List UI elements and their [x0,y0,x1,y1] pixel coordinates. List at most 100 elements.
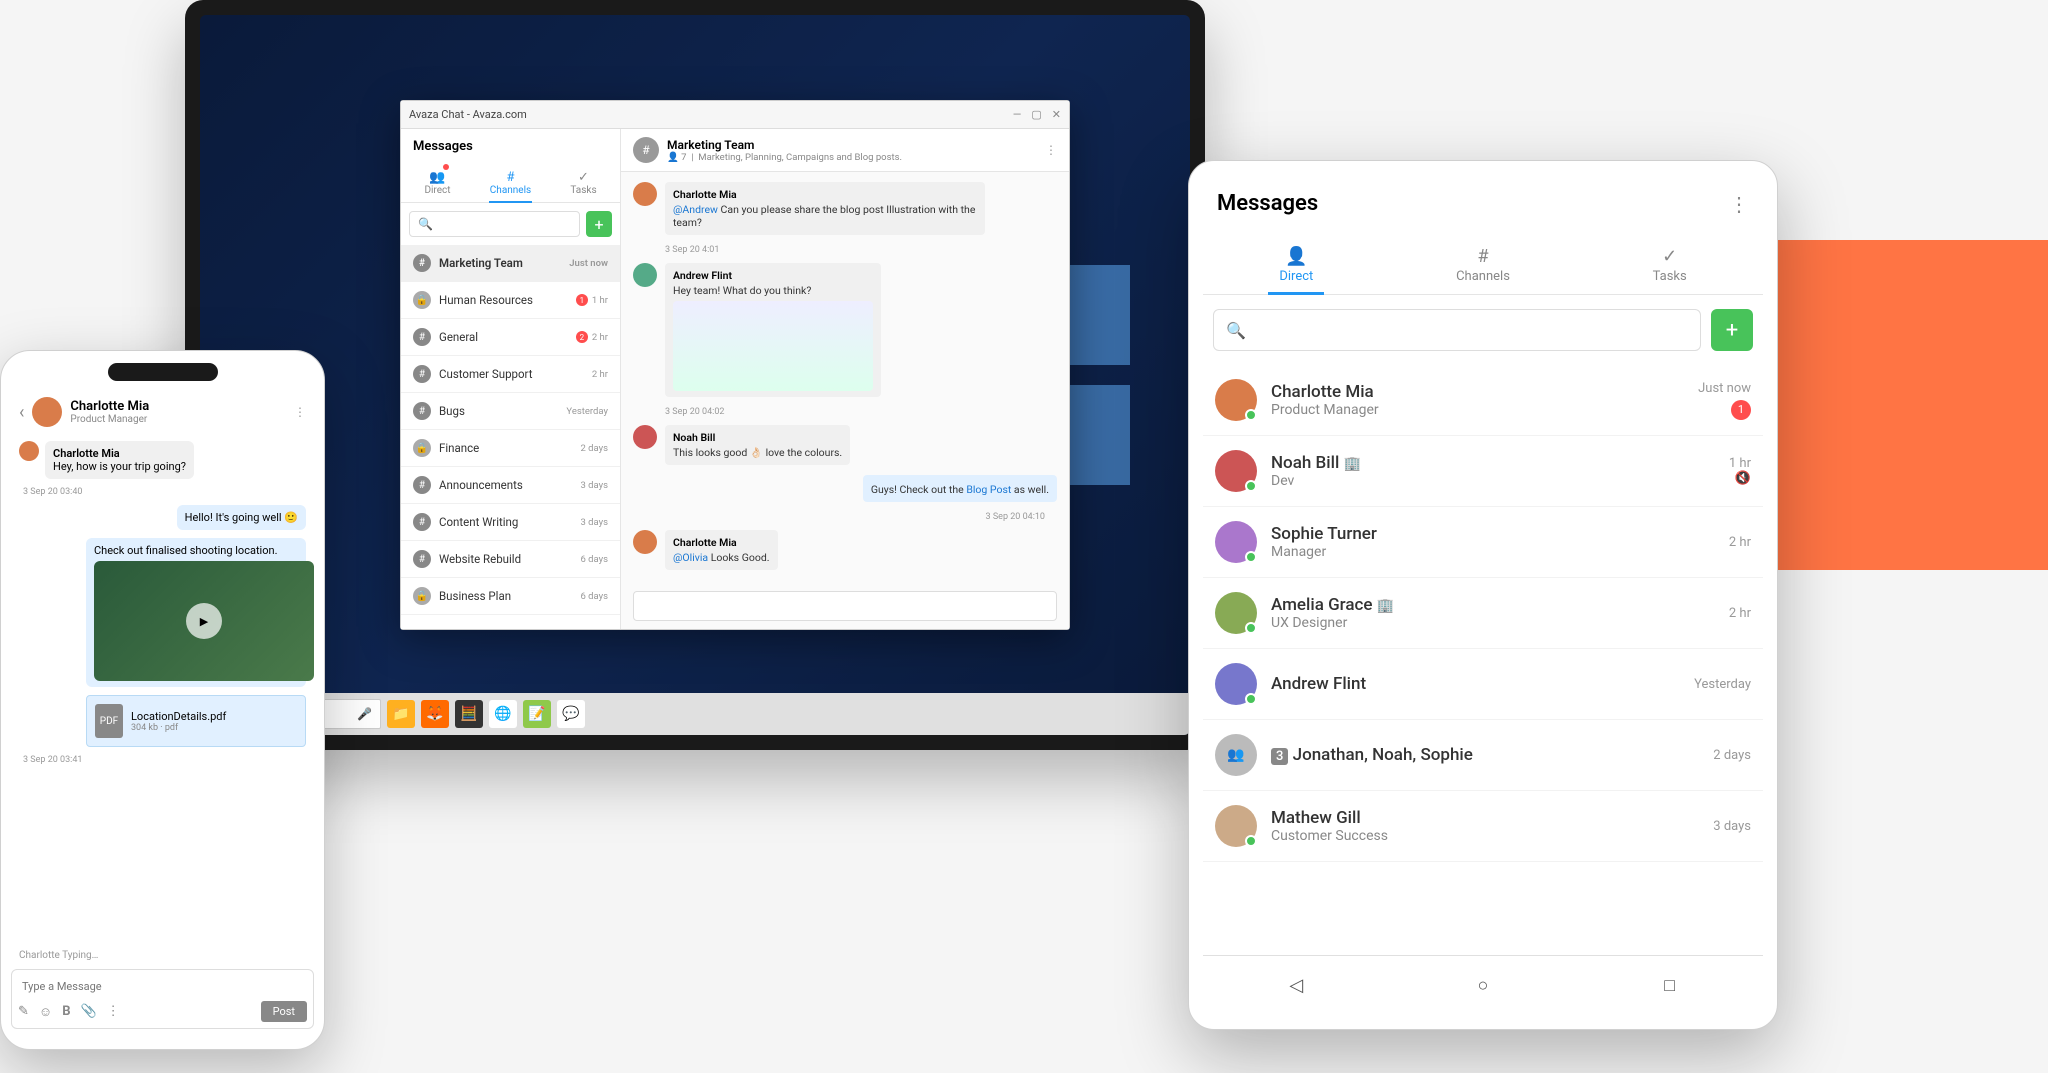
mic-icon[interactable]: 🎤 [357,707,372,721]
window-titlebar[interactable]: Avaza Chat - Avaza.com — ▢ ✕ [401,101,1069,129]
chrome-icon[interactable]: 🌐 [489,700,517,728]
home-icon[interactable]: ○ [1463,975,1503,996]
channel-item[interactable]: 🔒 Business Plan 6 days [401,578,620,615]
channel-item[interactable]: # Marketing Team Just now [401,245,620,282]
contact-role: Product Manager [70,414,149,425]
channel-item[interactable]: # Customer Support 2 hr [401,356,620,393]
bold-icon[interactable]: B [62,1004,70,1019]
avatar [1215,521,1257,563]
channel-list: # Marketing Team Just now 🔒 Human Resour… [401,245,620,629]
attach-icon[interactable]: 📎 [80,1004,96,1019]
timestamp: 3 Sep 20 04:02 [665,407,1057,417]
tab-channels[interactable]: # Channels [1390,236,1577,294]
channel-item[interactable]: # Content Writing 3 days [401,504,620,541]
muted-icon: 🔇 [1729,471,1751,486]
more-icon[interactable]: ⋮ [294,405,306,419]
back-icon[interactable]: ◁ [1276,975,1316,996]
message-self: Hello! It's going well 🙂 [19,505,306,530]
channel-title: Marketing Team [667,138,902,152]
people-icon: 👥 [401,170,474,185]
back-icon[interactable]: ‹ [19,402,24,423]
hash-icon: # [474,170,547,185]
channel-meta: 👤 7 | Marketing, Planning, Campaigns and… [667,152,902,163]
hash-icon: # [413,550,431,568]
search-input[interactable]: 🔍 [409,211,580,237]
contact-item[interactable]: Andrew Flint Yesterday [1203,649,1763,720]
channel-item[interactable]: 🔒 Finance 2 days [401,430,620,467]
message: Charlotte Mia @Andrew Can you please sha… [633,182,1057,235]
avatar [1215,592,1257,634]
tab-tasks[interactable]: ✓ Tasks [547,164,620,202]
more-icon[interactable]: ⋮ [107,1004,120,1019]
firefox-icon[interactable]: 🦊 [421,700,449,728]
edit-icon[interactable]: ✎ [18,1004,29,1019]
minimize-icon[interactable]: — [1013,108,1022,121]
building-icon: 🏢 [1377,598,1394,614]
channel-item[interactable]: # General 22 hr [401,319,620,356]
contact-name: Charlotte Mia [70,399,149,414]
typing-indicator: Charlotte Typing… [11,946,314,965]
close-icon[interactable]: ✕ [1052,108,1061,121]
channel-item[interactable]: # Announcements 3 days [401,467,620,504]
channel-item[interactable]: 🔒 Human Resources 11 hr [401,282,620,319]
post-button[interactable]: Post [261,1001,307,1022]
avatar[interactable] [32,397,62,427]
online-indicator [1245,409,1257,421]
online-indicator [1245,835,1257,847]
tablet-frame: Messages ⋮ 👤 Direct # Channels ✓ Tasks 🔍… [1188,160,1778,1030]
timestamp: 3 Sep 20 03:41 [23,755,306,765]
hash-icon: # [413,328,431,346]
building-icon: 🏢 [1344,456,1361,472]
timestamp: 3 Sep 20 4:01 [665,245,1057,255]
add-button[interactable]: + [1711,309,1753,351]
contact-list: Charlotte MiaProduct Manager Just now1 N… [1203,365,1763,955]
tab-direct[interactable]: 👤 Direct [1203,236,1390,294]
tab-tasks[interactable]: ✓ Tasks [1576,236,1763,294]
person-icon: 👤 [1203,246,1390,267]
monitor-frame: Avaza Chat - Avaza.com — ▢ ✕ Messages 👥 … [185,0,1205,750]
contact-item[interactable]: Charlotte MiaProduct Manager Just now1 [1203,365,1763,436]
tab-channels[interactable]: # Channels [474,164,547,202]
unread-badge: 2 [576,331,588,343]
maximize-icon[interactable]: ▢ [1031,108,1041,121]
online-indicator [1245,480,1257,492]
avatar [633,530,657,554]
avatar [1215,805,1257,847]
add-channel-button[interactable]: + [586,211,612,237]
avatar [633,182,657,206]
more-icon[interactable]: ⋮ [1729,192,1749,216]
notes-icon[interactable]: 📝 [523,700,551,728]
video-thumbnail[interactable]: ▶ [94,561,314,681]
monitor-screen: Avaza Chat - Avaza.com — ▢ ✕ Messages 👥 … [200,15,1190,735]
avatar [19,441,39,461]
contact-item[interactable]: 👥 3 Jonathan, Noah, Sophie 2 days [1203,720,1763,791]
image-attachment[interactable] [673,301,873,391]
calculator-icon[interactable]: 🧮 [455,700,483,728]
contact-item[interactable]: Mathew GillCustomer Success 3 days [1203,791,1763,862]
group-count-badge: 3 [1271,748,1288,765]
tab-direct[interactable]: 👥 Direct [401,164,474,202]
message-input[interactable] [18,976,307,997]
channel-item[interactable]: # Bugs Yesterday [401,393,620,430]
avaza-icon[interactable]: 💬 [557,700,585,728]
search-input[interactable]: 🔍 [1213,309,1701,351]
hash-icon: # [633,137,659,163]
contact-item[interactable]: Sophie TurnerManager 2 hr [1203,507,1763,578]
hash-icon: # [413,402,431,420]
group-avatar: 👥 [1215,734,1257,776]
window-title: Avaza Chat - Avaza.com [409,108,527,121]
channel-item[interactable]: # Website Rebuild 6 days [401,541,620,578]
phone-messages[interactable]: Charlotte Mia Hey, how is your trip goin… [11,433,314,946]
file-explorer-icon[interactable]: 📁 [387,700,415,728]
file-attachment[interactable]: PDF LocationDetails.pdf 304 kb · pdf [86,695,306,747]
recent-icon[interactable]: □ [1650,975,1690,996]
message-list[interactable]: Charlotte Mia @Andrew Can you please sha… [621,172,1069,583]
compose-input[interactable] [633,591,1057,621]
more-icon[interactable]: ⋮ [1045,143,1057,157]
emoji-icon[interactable]: ☺ [39,1004,52,1020]
window-controls[interactable]: — ▢ ✕ [1013,108,1061,121]
play-icon[interactable]: ▶ [186,603,222,639]
contact-item[interactable]: Amelia Grace 🏢UX Designer 2 hr [1203,578,1763,649]
contact-item[interactable]: Noah Bill 🏢Dev 1 hr🔇 [1203,436,1763,507]
message: Charlotte Mia @Olivia Looks Good. [633,530,1057,570]
